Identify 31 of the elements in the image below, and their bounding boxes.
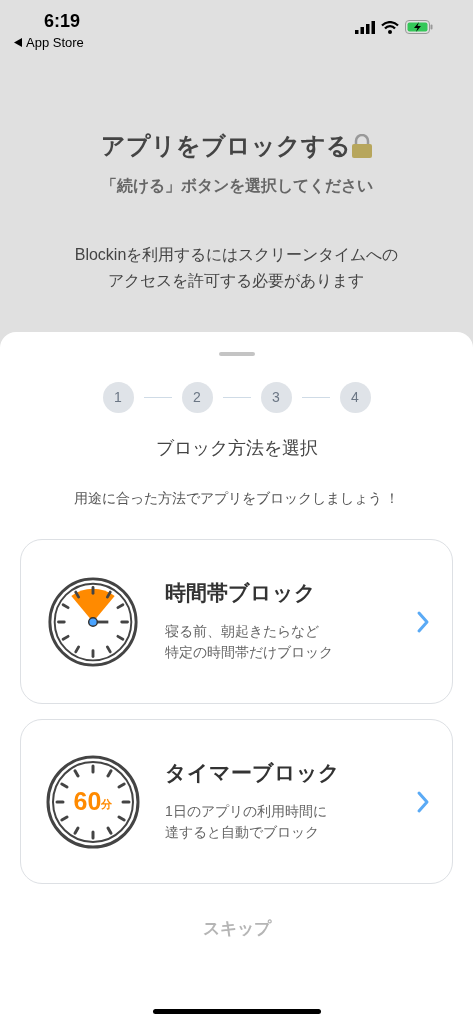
back-triangle-icon (14, 37, 22, 47)
page-title: アプリをブロックする (100, 131, 351, 161)
wifi-icon (381, 20, 399, 34)
option-description: 寝る前、朝起きたらなど (165, 621, 320, 641)
sheet-grabber (218, 352, 255, 356)
step-indicator: 1 (102, 382, 134, 413)
signal-icon (355, 20, 375, 34)
step-indicator: 4 (339, 382, 371, 413)
block-option-card[interactable]: 60分 タイマーブロック 1日のアプリの利用時間に 達すると自動でブロック (20, 719, 453, 884)
sheet-description: 用途に合った方法でアプリをブロックしましょう ！ (73, 489, 400, 508)
clock-icon (45, 753, 141, 850)
step-indicator: 2 (181, 382, 213, 413)
status-time: 6:19 (44, 10, 82, 33)
access-message: Blockinを利用するにはスクリーンタイムへの (74, 245, 399, 265)
block-option-card[interactable]: 時間帯ブロック 寝る前、朝起きたらなど 特定の時間帯だけブロック (20, 539, 453, 704)
option-description: 達すると自動でブロック (165, 822, 320, 842)
back-to-app-link[interactable]: App Store (14, 32, 84, 52)
step-indicator: 3 (260, 382, 292, 413)
chevron-right-icon (416, 609, 430, 634)
chevron-right-icon (416, 789, 430, 814)
option-description: 1日のアプリの利用時間に (165, 801, 328, 821)
access-message: アクセスを許可する必要があります (108, 271, 365, 291)
option-title: 時間帯ブロック (165, 580, 317, 607)
battery-charging-icon (405, 20, 433, 34)
clock-icon (47, 575, 139, 668)
option-description: 特定の時間帯だけブロック (165, 642, 334, 662)
padlock-icon (350, 134, 373, 158)
sheet-heading: ブロック方法を選択 (155, 437, 318, 460)
option-title: タイマーブロック (165, 760, 341, 787)
timer-unit: 分 (101, 799, 113, 810)
page-subtitle: 「続ける」ボタンを選択してください (100, 176, 373, 196)
